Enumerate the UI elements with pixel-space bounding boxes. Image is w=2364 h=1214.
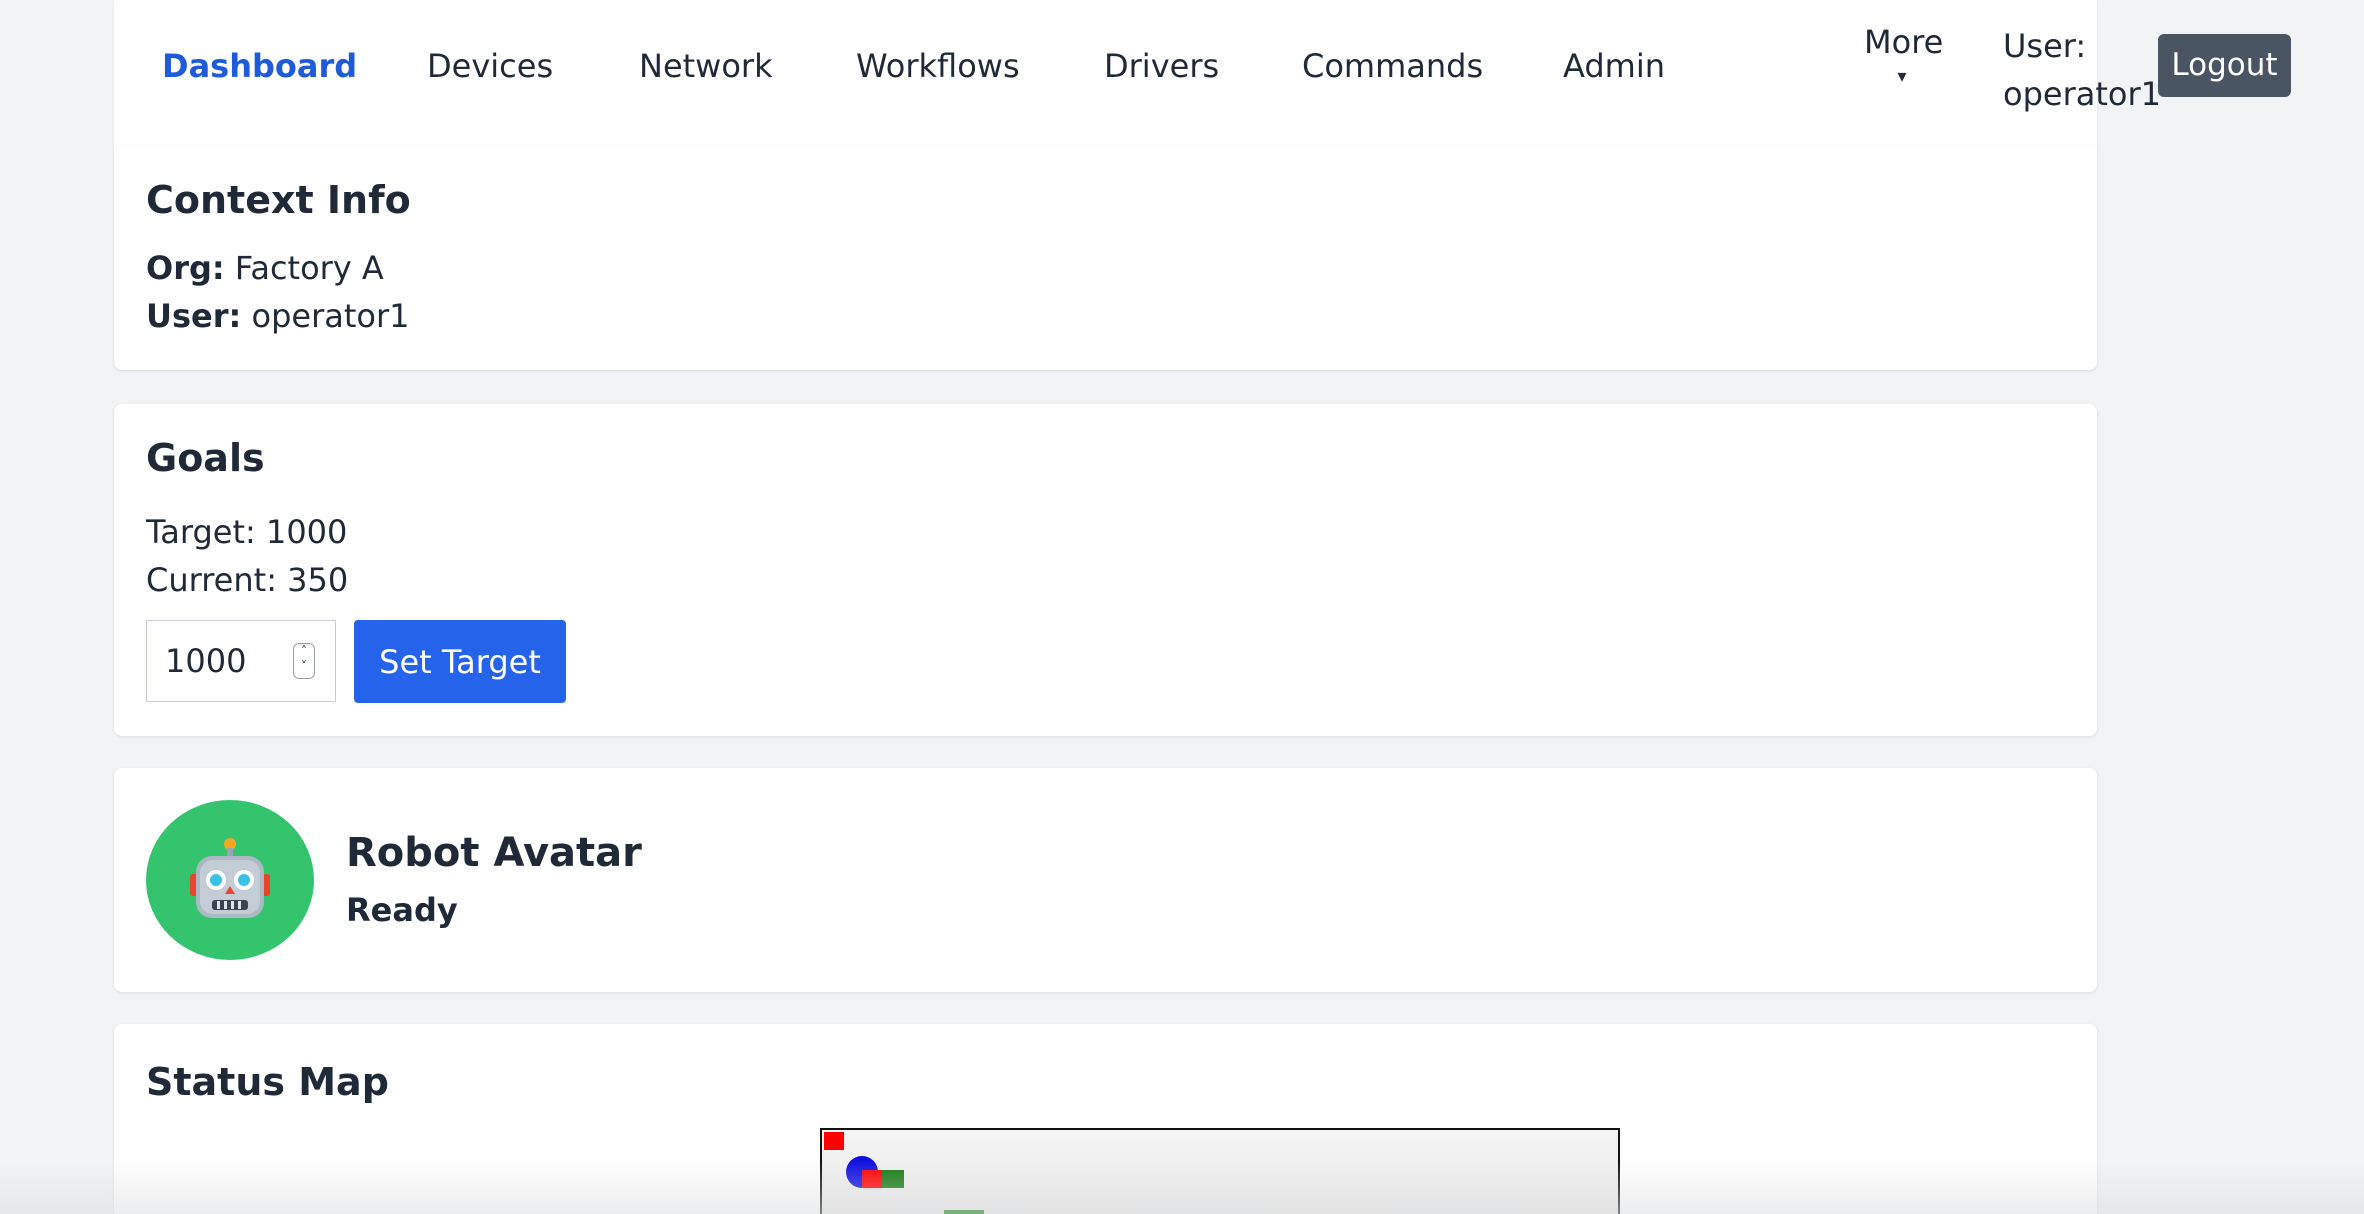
user-value: operator1 [251, 297, 410, 335]
logout-button[interactable]: Logout [2158, 34, 2291, 97]
org-label: Org: [146, 249, 225, 287]
nav-item-workflows[interactable]: Workflows [856, 46, 1020, 86]
context-info-title: Context Info [146, 178, 411, 222]
org-value: Factory A [234, 249, 384, 287]
target-input-value: 1000 [165, 642, 247, 680]
goals-card: Goals Target: 1000 Current: 350 1000 ˄ ˅ … [114, 404, 2097, 736]
robot-avatar-card: Robot Avatar Ready [114, 768, 2097, 992]
page: Dashboard Devices Network Workflows Driv… [0, 0, 2364, 1214]
map-marker[interactable] [944, 1210, 984, 1214]
robot-face-icon [190, 838, 270, 918]
target-number-input[interactable]: 1000 ˄ ˅ [146, 620, 336, 702]
nav-item-network[interactable]: Network [639, 46, 773, 86]
nav-item-drivers[interactable]: Drivers [1104, 46, 1219, 86]
avatar [146, 800, 314, 960]
status-map-canvas[interactable] [820, 1128, 1620, 1214]
more-menu-toggle[interactable]: More ▾ [1864, 22, 1944, 92]
map-marker[interactable] [882, 1170, 904, 1188]
nav-item-commands[interactable]: Commands [1302, 46, 1483, 86]
user-label: User: [146, 297, 242, 335]
status-map-title: Status Map [146, 1060, 389, 1104]
number-spinner-icon[interactable]: ˄ ˅ [293, 643, 315, 679]
more-menu-label: More [1864, 23, 1944, 61]
context-info-card: Context Info Org: Factory A User: operat… [114, 146, 2097, 370]
nav-item-dashboard[interactable]: Dashboard [162, 46, 357, 86]
goals-current-text: Current: 350 [146, 561, 349, 599]
nav-user-indicator: User: operator1 [2003, 27, 2161, 113]
status-map-card: Status Map [114, 1024, 2097, 1214]
nav-item-devices[interactable]: Devices [427, 46, 553, 86]
top-navbar: Dashboard Devices Network Workflows Driv… [114, 0, 2291, 147]
map-marker[interactable] [862, 1170, 884, 1188]
map-marker[interactable] [824, 1132, 844, 1150]
robot-name: Robot Avatar [346, 830, 642, 876]
goals-title: Goals [146, 436, 265, 480]
org-line: Org: Factory A [146, 248, 384, 288]
set-target-button[interactable]: Set Target [354, 620, 566, 703]
nav-item-admin[interactable]: Admin [1563, 46, 1665, 86]
user-line: User: operator1 [146, 296, 409, 336]
robot-status: Ready [346, 891, 458, 929]
chevron-down-icon: ▾ [1897, 66, 1907, 87]
goals-target-text: Target: 1000 [146, 513, 348, 551]
